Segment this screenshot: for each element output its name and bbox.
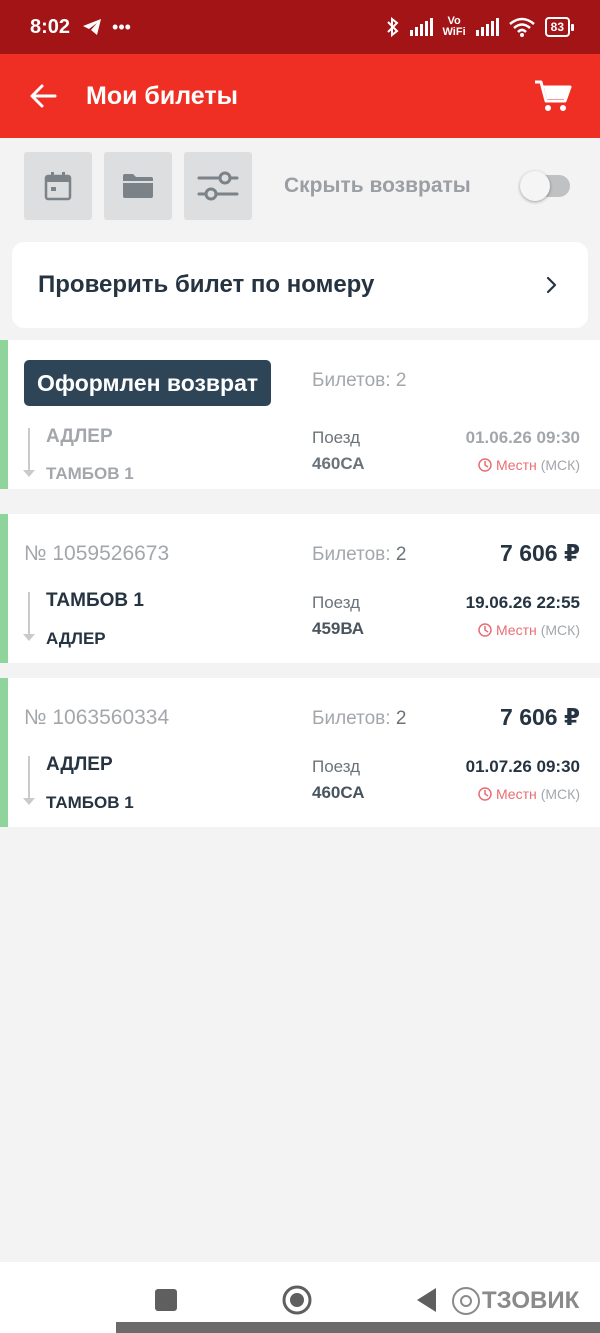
- timezone-indicator: Местн (МСК): [478, 786, 580, 802]
- watermark-logo-icon: [452, 1287, 480, 1315]
- recents-button[interactable]: [150, 1284, 182, 1316]
- departure-station: ТАМБОВ 1: [46, 590, 144, 611]
- hide-returns-label: Скрыть возвраты: [284, 174, 471, 197]
- ticket-card[interactable]: № 1063560334 Билетов: 2 7 606 ₽ АДЛЕР ТА…: [0, 678, 600, 827]
- tickets-count: Билетов: 2: [312, 544, 407, 565]
- home-circle-icon: [282, 1285, 312, 1315]
- train-label: Поезд: [312, 757, 361, 776]
- watermark: ТЗОВИК: [452, 1287, 579, 1315]
- route-line: [28, 756, 30, 798]
- hide-returns-toggle[interactable]: [520, 171, 570, 201]
- triangle-back-icon: [417, 1288, 436, 1312]
- tickets-count: Билетов: 2: [312, 370, 407, 391]
- train-number: 460СА: [312, 783, 365, 802]
- timezone-indicator: Местн (МСК): [478, 457, 580, 473]
- arrival-station: ТАМБОВ 1: [46, 793, 134, 812]
- train-label: Поезд: [312, 593, 361, 612]
- check-ticket-button[interactable]: Проверить билет по номеру: [12, 242, 588, 328]
- status-time: 8:02: [30, 15, 71, 38]
- toggle-knob: [520, 171, 550, 201]
- ticket-number: № 1059526673: [24, 542, 170, 565]
- square-icon: [155, 1289, 177, 1311]
- arrival-station: АДЛЕР: [46, 629, 106, 648]
- calendar-icon: [44, 172, 72, 201]
- ticket-status-bar: [0, 678, 8, 827]
- battery-icon: 83: [544, 17, 575, 37]
- check-ticket-label: Проверить билет по номеру: [38, 271, 375, 298]
- route-line: [28, 428, 30, 470]
- telegram-icon: [83, 19, 102, 35]
- calendar-filter-button[interactable]: [24, 152, 92, 220]
- train-number: 460СА: [312, 454, 365, 473]
- arrival-station: ТАМБОВ 1: [46, 464, 134, 483]
- more-notifications-icon: •••: [112, 16, 131, 37]
- page-title: Мои билеты: [86, 81, 238, 110]
- clock-icon: [478, 458, 492, 472]
- chevron-right-icon: [542, 275, 562, 295]
- cart-icon[interactable]: [532, 75, 574, 117]
- sliders-icon: [197, 171, 239, 201]
- ticket-number: № 1063560334: [24, 706, 170, 729]
- signal-1-icon: [409, 18, 433, 36]
- train-label: Поезд: [312, 428, 361, 447]
- app-bar: Мои билеты: [0, 54, 600, 138]
- back-arrow-icon[interactable]: [26, 79, 60, 113]
- route-line: [28, 592, 30, 634]
- screenshot-edge-bar: [116, 1322, 600, 1333]
- status-bar: 8:02 ••• Vo WiFi 83: [0, 0, 600, 54]
- ticket-card[interactable]: № 1059526673 Билетов: 2 7 606 ₽ ТАМБОВ 1…: [0, 514, 600, 663]
- ticket-price: 7 606 ₽: [500, 540, 580, 566]
- folder-icon: [123, 174, 153, 198]
- route-arrow-icon: [23, 634, 35, 641]
- watermark-text: ТЗОВИК: [482, 1287, 580, 1314]
- settings-filter-button[interactable]: [184, 152, 252, 220]
- clock-icon: [478, 623, 492, 637]
- home-button[interactable]: [281, 1284, 313, 1316]
- route-arrow-icon: [23, 798, 35, 805]
- ticket-card[interactable]: Оформлен возврат Билетов: 2 АДЛЕР ТАМБОВ…: [0, 340, 600, 489]
- signal-2-icon: [475, 18, 499, 36]
- departure-datetime: 19.06.26 22:55: [465, 593, 580, 612]
- ticket-status-bar: [0, 340, 8, 489]
- departure-station: АДЛЕР: [46, 754, 113, 775]
- timezone-indicator: Местн (МСК): [478, 622, 580, 638]
- wifi-icon: [508, 17, 535, 37]
- clock-icon: [478, 787, 492, 801]
- folder-button[interactable]: [104, 152, 172, 220]
- bluetooth-icon: [386, 17, 399, 37]
- system-back-button[interactable]: [410, 1284, 442, 1316]
- departure-datetime: 01.07.26 09:30: [465, 757, 580, 776]
- filter-toolbar: Скрыть возвраты: [0, 138, 600, 234]
- ticket-price: 7 606 ₽: [500, 704, 580, 730]
- status-badge: Оформлен возврат: [24, 360, 272, 406]
- ticket-status-bar: [0, 514, 8, 663]
- route-arrow-icon: [23, 470, 35, 477]
- departure-datetime: 01.06.26 09:30: [465, 428, 580, 447]
- tickets-count: Билетов: 2: [312, 708, 407, 729]
- train-number: 459ВА: [312, 619, 365, 638]
- vowifi-icon: Vo WiFi: [442, 15, 466, 38]
- departure-station: АДЛЕР: [46, 426, 113, 447]
